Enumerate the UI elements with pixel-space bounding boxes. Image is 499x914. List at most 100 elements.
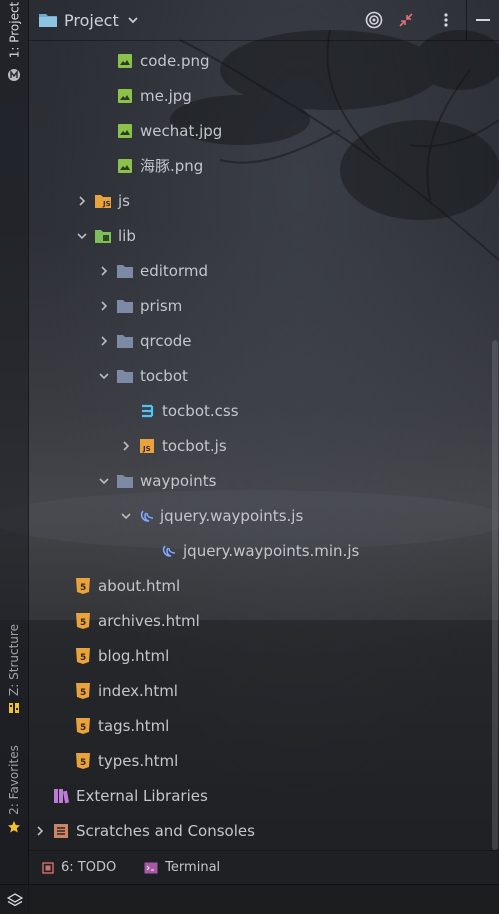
chevron-right-icon[interactable]	[98, 335, 110, 347]
folder-icon	[116, 332, 134, 350]
structure-icon	[0, 700, 28, 716]
html-file-icon: 5	[74, 577, 92, 595]
tree-item[interactable]: me.jpg	[28, 78, 491, 113]
js-file-icon: JS	[138, 437, 156, 455]
svg-text:JS: JS	[142, 445, 151, 453]
tree-item-label: editormd	[140, 261, 209, 280]
chevron-down-icon[interactable]	[98, 370, 110, 382]
project-view-selector[interactable]: Project	[38, 11, 139, 30]
bottom-tool-tabs: 6: TODO Terminal	[28, 850, 499, 884]
tree-item-folder[interactable]: editormd	[28, 253, 491, 288]
tree-item[interactable]: 5 types.html	[28, 743, 491, 778]
html-file-icon: 5	[74, 752, 92, 770]
star-icon	[0, 818, 28, 836]
tree-item-folder[interactable]: tocbot	[28, 358, 491, 393]
tree-item-label: index.html	[98, 681, 178, 700]
tree-item-label: Scratches and Consoles	[76, 821, 255, 840]
tree-item[interactable]: code.png	[28, 43, 491, 78]
tree-item-label: tocbot.js	[162, 436, 227, 455]
folder-icon	[116, 262, 134, 280]
left-tool-strip: 1: Project Z: Structure 2: Favorites	[0, 0, 29, 914]
chevron-down-icon[interactable]	[98, 475, 110, 487]
project-tool-tab[interactable]: 1: Project	[0, 0, 28, 60]
tree-item-folder[interactable]: prism	[28, 288, 491, 323]
chevron-right-icon[interactable]	[34, 825, 46, 837]
layers-icon[interactable]	[6, 892, 24, 912]
folder-icon	[116, 367, 134, 385]
tree-item[interactable]: tocbot.css	[28, 393, 491, 428]
structure-tool-tab[interactable]: Z: Structure	[0, 620, 28, 700]
image-icon	[116, 122, 134, 140]
tree-item-label: code.png	[140, 51, 210, 70]
tree-item-label: tocbot.css	[162, 401, 239, 420]
tree-item-label: waypoints	[140, 471, 217, 490]
tree-item[interactable]: 5 blog.html	[28, 638, 491, 673]
jrebel-icon[interactable]	[0, 66, 28, 84]
tree-item-label: lib	[118, 226, 136, 245]
image-icon	[116, 157, 134, 175]
css-file-icon	[138, 402, 156, 420]
js-folder-icon: JS	[94, 192, 112, 210]
tree-item-external-libraries[interactable]: External Libraries	[28, 778, 491, 813]
tree-item-label: me.jpg	[140, 86, 192, 105]
chevron-right-icon[interactable]	[98, 300, 110, 312]
svg-text:5: 5	[80, 758, 86, 768]
tree-item-label: External Libraries	[76, 786, 208, 805]
tree-item-label: archives.html	[98, 611, 200, 630]
project-folder-icon	[39, 14, 57, 27]
chevron-right-icon[interactable]	[120, 440, 132, 452]
collapse-all-button[interactable]	[390, 4, 422, 36]
more-options-button[interactable]	[430, 4, 462, 36]
tree-item-label: tocbot	[140, 366, 188, 385]
tree-item-label: jquery.waypoints.js	[160, 506, 304, 525]
locate-icon	[365, 11, 383, 29]
tree-item-folder[interactable]: JS js	[28, 183, 491, 218]
tree-item[interactable]: 5 tags.html	[28, 708, 491, 743]
tree-item-folder[interactable]: lib	[28, 218, 491, 253]
tree-item-label: wechat.jpg	[140, 121, 223, 140]
tree-item-folder[interactable]: waypoints	[28, 463, 491, 498]
chevron-down-icon[interactable]	[76, 230, 88, 242]
tree-item[interactable]: 海豚.png	[28, 148, 491, 183]
html-file-icon: 5	[74, 682, 92, 700]
terminal-tab[interactable]: Terminal	[144, 860, 220, 875]
todo-icon	[42, 861, 54, 874]
project-tool-tab-label: 1: Project	[7, 1, 21, 59]
tree-item-folder[interactable]: qrcode	[28, 323, 491, 358]
favorites-tool-tab[interactable]: 2: Favorites	[0, 740, 28, 820]
todo-tab-label: 6: TODO	[61, 860, 117, 875]
tree-item-label: types.html	[98, 751, 179, 770]
tree-item-label: about.html	[98, 576, 181, 595]
tree-item[interactable]: wechat.jpg	[28, 113, 491, 148]
favorites-tool-tab-label: 2: Favorites	[7, 745, 22, 815]
jquery-file-icon	[138, 507, 156, 525]
svg-text:5: 5	[80, 688, 86, 698]
tree-item-label: prism	[140, 296, 183, 315]
tree-item[interactable]: jquery.waypoints.min.js	[28, 533, 491, 568]
tree-item-label: 海豚.png	[140, 157, 204, 175]
tree-item-label: jquery.waypoints.min.js	[183, 541, 360, 560]
tree-item-label: qrcode	[140, 331, 192, 350]
todo-tab[interactable]: 6: TODO	[42, 860, 116, 875]
collapse-icon	[399, 13, 413, 27]
tree-item[interactable]: JS tocbot.js	[28, 428, 491, 463]
terminal-icon	[144, 862, 158, 873]
chevron-down-icon	[128, 17, 138, 24]
vertical-scrollbar-thumb[interactable]	[492, 340, 498, 850]
html-file-icon: 5	[74, 647, 92, 665]
locate-file-button[interactable]	[358, 4, 390, 36]
chevron-down-icon[interactable]	[120, 510, 132, 522]
status-bar	[0, 884, 499, 914]
tree-item-scratches[interactable]: Scratches and Consoles	[28, 813, 491, 848]
tree-item-label: blog.html	[98, 646, 170, 665]
chevron-right-icon[interactable]	[98, 265, 110, 277]
html-file-icon: 5	[74, 717, 92, 735]
tree-item[interactable]: 5 about.html	[28, 568, 491, 603]
chevron-right-icon[interactable]	[76, 195, 88, 207]
tree-item[interactable]: 5 index.html	[28, 673, 491, 708]
tree-item[interactable]: 5 archives.html	[28, 603, 491, 638]
tree-item[interactable]: jquery.waypoints.js	[28, 498, 491, 533]
project-view-title: Project	[64, 10, 119, 30]
svg-text:JS: JS	[102, 200, 111, 208]
terminal-tab-label: Terminal	[165, 860, 221, 875]
